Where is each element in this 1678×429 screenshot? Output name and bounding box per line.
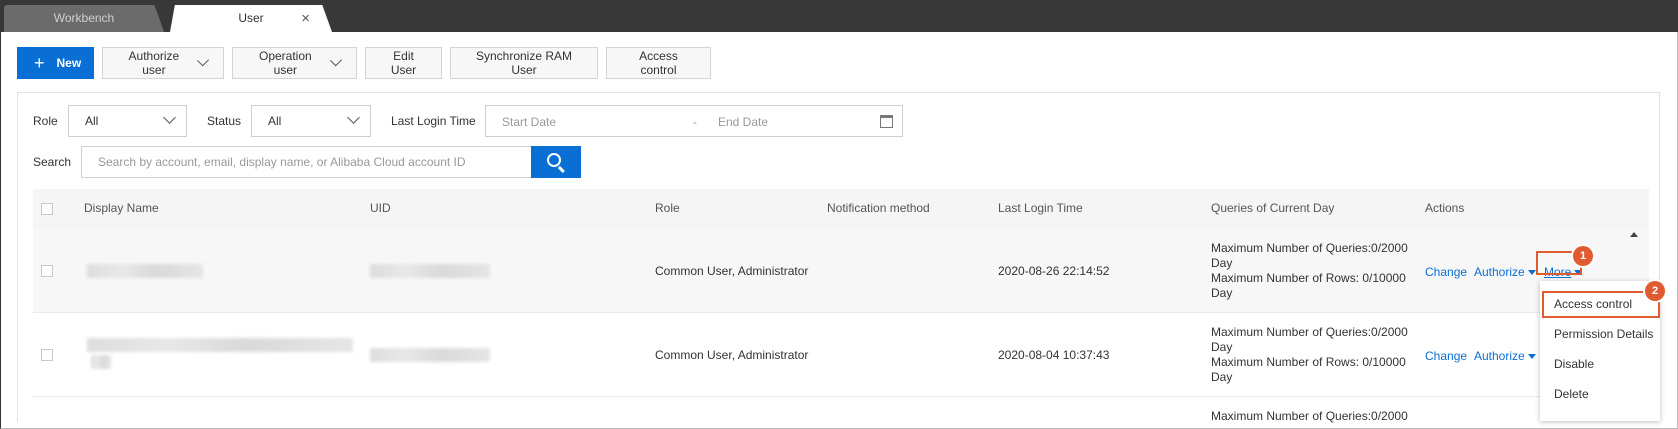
tab-label: Workbench (53, 11, 115, 25)
menu-item-disable[interactable]: Disable (1554, 357, 1594, 371)
col-actions: Actions (1425, 201, 1465, 215)
operation-user-button[interactable]: Operation user (232, 47, 357, 79)
display-name-redacted (87, 264, 203, 278)
caret-down-icon (1527, 354, 1536, 359)
tab-label: User (238, 11, 264, 25)
new-button-label: New (56, 56, 82, 70)
authorize-user-label: Authorize user (128, 49, 180, 77)
chevron-down-icon (196, 54, 209, 67)
last-login-cell: 2020-08-26 22:14:52 (998, 264, 1110, 278)
col-notification-method: Notification method (827, 201, 930, 215)
quota-queries: Maximum Number of Queries:0/2000 (1211, 409, 1408, 423)
last-login-filter-label: Last Login Time (391, 114, 476, 128)
role-select-value: All (85, 114, 99, 128)
search-button[interactable] (531, 146, 581, 178)
select-all-checkbox[interactable] (41, 203, 53, 215)
quota-rows: Maximum Number of Rows: 0/10000 Day (1211, 271, 1406, 300)
close-icon[interactable]: × (301, 5, 310, 32)
chevron-down-icon (347, 111, 360, 124)
table-header: Display Name UID Role Notification metho… (33, 189, 1649, 229)
plus-icon: + (34, 52, 45, 73)
chevron-down-icon (163, 111, 176, 124)
col-queries-current-day: Queries of Current Day (1211, 201, 1335, 215)
caret-down-icon (1527, 270, 1536, 275)
table-row[interactable]: Common User, Administrator 2020-08-04 10… (33, 313, 1649, 397)
col-last-login-time: Last Login Time (998, 201, 1083, 215)
uid-redacted (370, 264, 490, 278)
quota-rows: Maximum Number of Rows: 0/10000 Day (1211, 355, 1406, 384)
col-uid: UID (370, 201, 391, 215)
new-button[interactable]: + New (17, 47, 94, 79)
edit-user-button[interactable]: Edit User (365, 47, 442, 79)
authorize-link[interactable]: Authorize (1474, 349, 1536, 363)
role-cell: Common User, Administrator (655, 348, 809, 362)
start-date-field[interactable]: Start Date (502, 115, 556, 129)
role-cell: Common User, Administrator (655, 264, 809, 278)
menu-item-delete[interactable]: Delete (1554, 387, 1589, 401)
change-link[interactable]: Change (1425, 349, 1467, 363)
authorize-link-label: Authorize (1474, 349, 1525, 363)
quota-queries: Maximum Number of Queries:0/2000 Day (1211, 241, 1408, 270)
last-login-cell: 2020-08-04 10:37:43 (998, 348, 1110, 362)
toolbar: + New Authorize user Operation user Edit … (17, 47, 711, 79)
access-control-button[interactable]: Access control (606, 47, 711, 79)
calendar-icon[interactable] (880, 115, 893, 128)
row-checkbox[interactable] (41, 265, 53, 277)
end-date-field[interactable]: End Date (718, 115, 768, 129)
quota-cell: Maximum Number of Queries:0/2000 (1211, 409, 1411, 424)
date-separator: - (693, 115, 697, 129)
tab-user[interactable]: User × (170, 5, 332, 32)
access-control-highlight-box (1542, 291, 1660, 318)
authorize-user-button[interactable]: Authorize user (102, 47, 224, 79)
display-name-redacted (87, 338, 353, 352)
display-name-redacted (91, 355, 111, 369)
status-select-value: All (268, 114, 282, 128)
sync-ram-user-button[interactable]: Synchronize RAM User (450, 47, 598, 79)
table-row[interactable]: Common User, Administrator 2020-08-26 22… (33, 229, 1649, 313)
col-display-name: Display Name (84, 201, 159, 215)
quota-cell: Maximum Number of Queries:0/2000 Day Max… (1211, 241, 1411, 301)
search-icon (547, 153, 561, 167)
uid-redacted (370, 348, 490, 362)
quota-queries: Maximum Number of Queries:0/2000 Day (1211, 325, 1408, 354)
status-filter-label: Status (207, 114, 242, 128)
date-range-picker[interactable]: Start Date - End Date (485, 105, 903, 137)
tab-bar: Workbench User × (0, 0, 1678, 32)
search-input[interactable]: Search by account, email, display name, … (81, 146, 531, 178)
change-link[interactable]: Change (1425, 265, 1467, 279)
menu-item-permission-details[interactable]: Permission Details (1554, 327, 1653, 341)
chevron-down-icon (329, 54, 342, 67)
authorize-link-label: Authorize (1474, 265, 1525, 279)
row-checkbox[interactable] (41, 349, 53, 361)
col-role: Role (655, 201, 680, 215)
table-row[interactable]: Maximum Number of Queries:0/2000 (33, 397, 1649, 429)
status-select[interactable]: All (251, 105, 371, 137)
search-label: Search (33, 155, 72, 169)
tab-workbench[interactable]: Workbench (4, 5, 164, 32)
role-select[interactable]: All (68, 105, 187, 137)
quota-cell: Maximum Number of Queries:0/2000 Day Max… (1211, 325, 1411, 385)
step-badge-1: 1 (1573, 246, 1593, 266)
role-filter-label: Role (33, 114, 58, 128)
authorize-link[interactable]: Authorize (1474, 265, 1536, 279)
operation-user-label: Operation user (258, 49, 312, 77)
step-badge-2: 2 (1645, 281, 1665, 301)
scroll-up-arrow-icon[interactable] (1630, 232, 1638, 237)
